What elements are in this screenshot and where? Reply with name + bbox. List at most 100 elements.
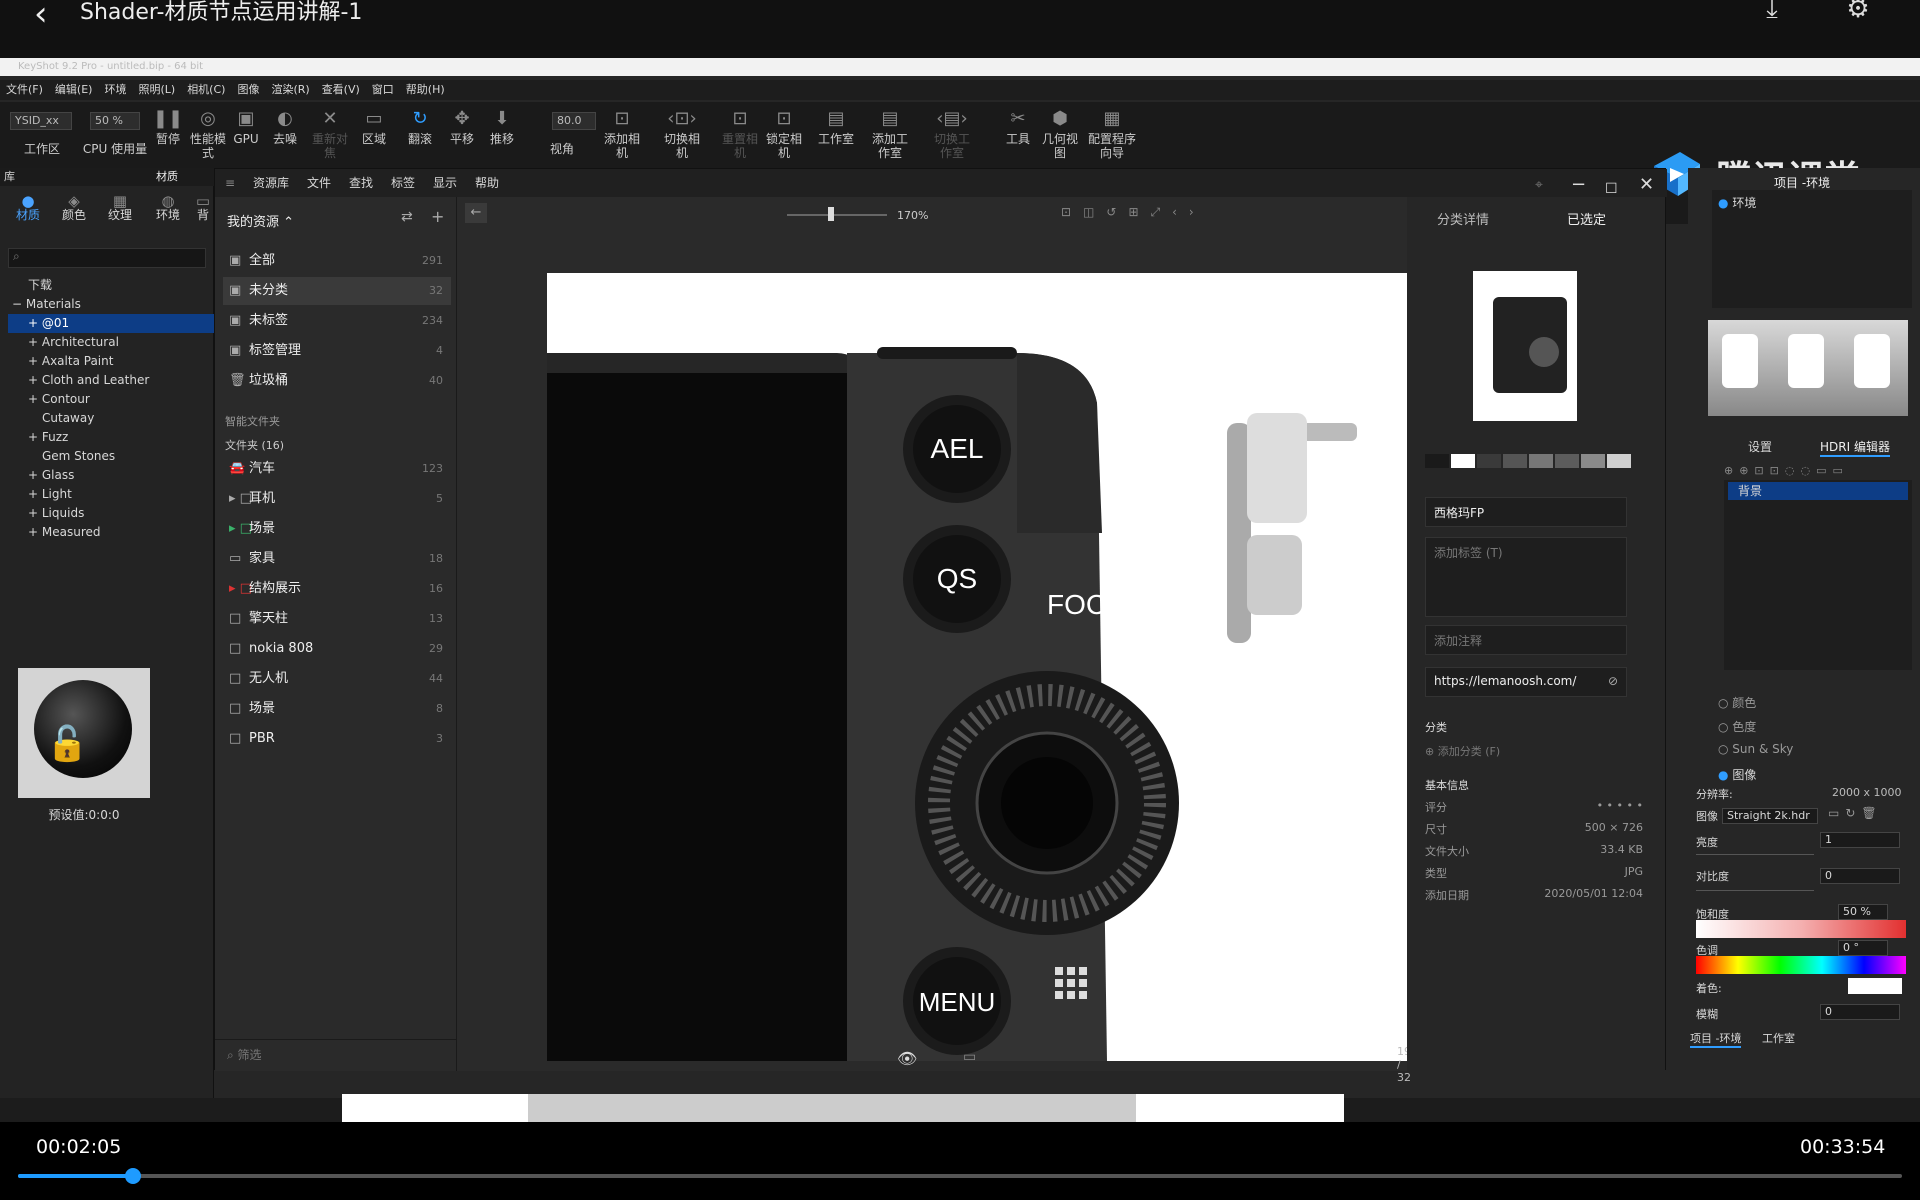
tree-item-contour[interactable]: + Contour <box>8 390 214 409</box>
color-swatch[interactable] <box>1529 454 1553 468</box>
gpu-button[interactable]: ▣ GPU <box>224 110 268 147</box>
menu-item-env[interactable]: 环境 <box>98 80 132 100</box>
switch-studio-button[interactable]: ‹▤› 切换工作室 <box>930 110 974 161</box>
tab-backplates[interactable]: ▭ 背 <box>192 194 214 222</box>
color-swatch[interactable] <box>1425 454 1449 468</box>
asset-menu-tags[interactable]: 标签 <box>391 169 415 197</box>
layer-item-background[interactable]: 背景 <box>1728 482 1908 500</box>
tree-item-axalta[interactable]: + Axalta Paint <box>8 352 214 371</box>
add-studio-button[interactable]: ▤ 添加工作室 <box>868 110 912 161</box>
brightness-input[interactable]: 1 <box>1820 832 1900 848</box>
folder-item[interactable]: □ 擎天柱 13 <box>223 605 451 633</box>
saturation-input[interactable]: 50 % <box>1838 904 1888 920</box>
lock-camera-button[interactable]: ⊡ 锁定相机 <box>762 110 806 161</box>
note-input[interactable]: 添加注释 <box>1425 625 1627 655</box>
my-resources-dropdown[interactable]: 我的资源 ⌃ <box>227 211 294 230</box>
mode-input[interactable]: YSID_xx <box>10 112 72 130</box>
tab-settings[interactable]: 设置 <box>1748 438 1772 455</box>
studio-button[interactable]: ▤ 工作室 <box>814 110 858 147</box>
tree-item-downloads[interactable]: 下载 <box>8 276 214 295</box>
contrast-input[interactable]: 0 <box>1820 868 1900 884</box>
geometry-view-button[interactable]: ⬢ 几何视图 <box>1038 110 1082 161</box>
tab-materials[interactable]: ● 材质 <box>8 194 48 223</box>
rating-stars[interactable]: • • • • • <box>1597 799 1643 812</box>
color-swatch[interactable] <box>1477 454 1501 468</box>
tree-item-cloth[interactable]: + Cloth and Leather <box>8 371 214 390</box>
eye-icon[interactable]: 👁 <box>897 1049 917 1068</box>
asset-menu-help[interactable]: 帮助 <box>475 169 499 197</box>
saturation-gradient-slider[interactable] <box>1696 920 1906 938</box>
library-search-input[interactable]: ⌕ <box>8 248 206 268</box>
option-sun-sky[interactable]: ○ Sun & Sky <box>1718 742 1793 756</box>
tree-item-fuzz[interactable]: + Fuzz <box>8 428 214 447</box>
back-icon[interactable]: ‹ <box>34 0 48 34</box>
brightness-slider[interactable] <box>1696 854 1814 855</box>
link-icon[interactable]: ⊘ <box>1608 674 1618 688</box>
folder-item[interactable]: □ nokia 808 29 <box>223 635 451 663</box>
menu-item-camera[interactable]: 相机(C) <box>181 80 231 100</box>
tab-environments[interactable]: ◍ 环境 <box>148 194 188 223</box>
viewer-tool-icons[interactable]: ⊡◫↺⊞⤢‹› <box>1061 205 1206 220</box>
zoom-slider-handle[interactable] <box>828 207 834 221</box>
dolly-button[interactable]: ⬇ 推移 <box>480 110 524 147</box>
hue-input[interactable]: 0 ° <box>1838 940 1888 956</box>
url-field[interactable]: https://lemanoosh.com/ ⊘ <box>1425 667 1627 697</box>
tag-input[interactable]: 添加标签 (T) <box>1425 537 1627 617</box>
tab-category-detail[interactable]: 分类详情 <box>1437 209 1489 228</box>
add-icon[interactable]: + <box>431 207 444 226</box>
asset-name-field[interactable]: 西格玛FP <box>1425 497 1627 527</box>
refocus-button[interactable]: ✕ 重新对焦 <box>308 110 352 161</box>
zoom-slider[interactable] <box>787 214 887 216</box>
configurator-button[interactable]: ▦ 配置程序向导 <box>1086 110 1138 161</box>
menu-item-edit[interactable]: 编辑(E) <box>49 80 99 100</box>
tab-studio[interactable]: 工作室 <box>1762 1030 1795 1046</box>
pan-button[interactable]: ✥ 平移 <box>440 110 484 147</box>
folder-item[interactable]: 🚘 汽车 123 <box>223 455 451 483</box>
image-action-icons[interactable]: ▭↻🗑 <box>1828 806 1883 820</box>
hamburger-icon[interactable]: ≡ <box>225 169 235 197</box>
menu-item-window[interactable]: 窗口 <box>366 80 400 100</box>
tab-hdri-editor[interactable]: HDRI 编辑器 <box>1820 438 1890 457</box>
folder-item[interactable]: □ 无人机 44 <box>223 665 451 693</box>
list-item-uncategorized[interactable]: ▣ 未分类 32 <box>223 277 451 305</box>
tab-textures[interactable]: ▦ 纹理 <box>100 194 140 223</box>
tools-button[interactable]: ✂ 工具 <box>996 110 1040 147</box>
tab-selected[interactable]: 已选定 <box>1567 209 1606 228</box>
menu-item-render[interactable]: 渲染(R) <box>265 80 315 100</box>
add-category-button[interactable]: ⊕ 添加分类 (F) <box>1425 743 1500 759</box>
workspace-button[interactable]: 工作区 <box>20 142 64 156</box>
asset-menu-library[interactable]: 资源库 <box>253 169 289 197</box>
minimize-icon[interactable]: − <box>1571 171 1586 199</box>
color-swatch[interactable] <box>1607 454 1631 468</box>
sort-icon[interactable]: ⇄ <box>401 209 413 225</box>
menu-item-file[interactable]: 文件(F) <box>0 80 49 100</box>
cpu-usage-button[interactable]: CPU 使用量 <box>82 142 148 156</box>
image-file-input[interactable]: Straight 2k.hdr <box>1722 808 1818 824</box>
contrast-slider[interactable] <box>1696 890 1814 891</box>
reset-camera-button[interactable]: ⊡ 重置相机 <box>718 110 762 161</box>
color-swatch[interactable] <box>1555 454 1579 468</box>
color-swatch[interactable] <box>1581 454 1605 468</box>
option-color[interactable]: ○ 颜色 <box>1718 694 1756 711</box>
color-swatch[interactable] <box>1451 454 1475 468</box>
perspective-button[interactable]: 视角 <box>540 142 584 156</box>
fov-input[interactable]: 80.0 <box>552 112 596 130</box>
video-progress-track[interactable] <box>18 1174 1902 1178</box>
pin-icon[interactable]: ⌖ <box>1535 171 1543 199</box>
tumble-button[interactable]: ↻ 翻滚 <box>398 110 442 147</box>
blur-input[interactable]: 0 <box>1820 1004 1900 1020</box>
tab-colors[interactable]: ◈ 颜色 <box>54 194 94 223</box>
filter-input[interactable]: ⌕ 筛选 <box>215 1039 457 1069</box>
asset-menu-display[interactable]: 显示 <box>433 169 457 197</box>
folder-item[interactable]: ▸ □ 场景 <box>223 515 451 543</box>
menu-item-light[interactable]: 照明(L) <box>132 80 181 100</box>
asset-menu-file[interactable]: 文件 <box>307 169 331 197</box>
tree-item-liquids[interactable]: + Liquids <box>8 504 214 523</box>
tree-item-materials[interactable]: − Materials <box>8 295 214 314</box>
tree-item-architectural[interactable]: + Architectural <box>8 333 214 352</box>
tree-item-01[interactable]: + @01 <box>8 314 214 333</box>
folder-item[interactable]: □ PBR 3 <box>223 725 451 753</box>
list-item-untagged[interactable]: ▣ 未标签 234 <box>223 307 451 335</box>
color-swatch[interactable] <box>1503 454 1527 468</box>
list-item-all[interactable]: ▣ 全部 291 <box>223 247 451 275</box>
